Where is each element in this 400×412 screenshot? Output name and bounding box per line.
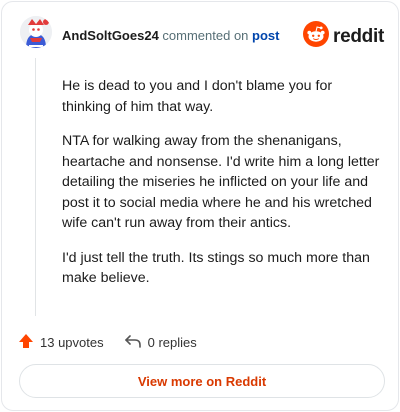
byline-verb: commented on xyxy=(162,28,249,43)
upvote-arrow-icon xyxy=(18,333,34,352)
upvote-count: 13 upvotes xyxy=(40,334,104,350)
upvote-stat[interactable]: 13 upvotes xyxy=(18,333,104,352)
reddit-logo-icon xyxy=(303,21,330,52)
reddit-comment-embed: AndSoltGoes24 commented on post reddit H… xyxy=(1,1,399,411)
comment-header: AndSoltGoes24 commented on post reddit xyxy=(20,16,384,56)
reply-arrow-icon xyxy=(124,333,142,352)
reply-stat[interactable]: 0 replies xyxy=(124,333,197,352)
comment-body: He is dead to you and I don't blame you … xyxy=(62,76,382,303)
author-username[interactable]: AndSoltGoes24 xyxy=(62,28,159,43)
avatar[interactable] xyxy=(20,16,52,48)
comment-paragraph: I'd just tell the truth. Its stings so m… xyxy=(62,249,370,287)
reddit-logo[interactable]: reddit xyxy=(303,21,384,52)
comment-paragraph: NTA for walking away from the shenanigan… xyxy=(62,133,380,231)
view-more-button[interactable]: View more on Reddit xyxy=(19,364,385,398)
byline: AndSoltGoes24 commented on post xyxy=(62,28,280,43)
post-link[interactable]: post xyxy=(252,28,279,43)
reddit-wordmark: reddit xyxy=(333,25,384,47)
comment-footer: 13 upvotes 0 replies xyxy=(18,332,197,352)
reply-count: 0 replies xyxy=(147,334,197,350)
thread-line xyxy=(35,58,36,316)
comment-paragraph: He is dead to you and I don't blame you … xyxy=(62,78,333,115)
